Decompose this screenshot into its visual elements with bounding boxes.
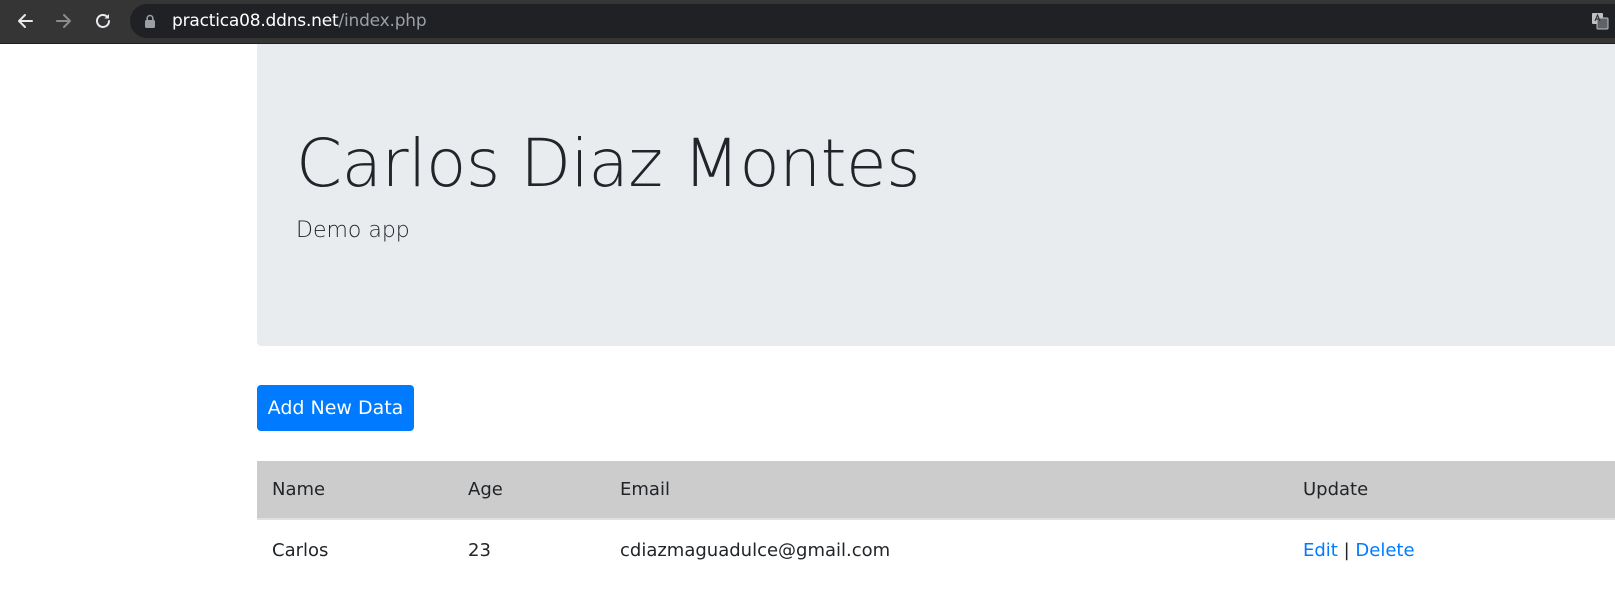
translate-icon[interactable] [1591,12,1609,30]
url-path: /index.php [338,11,427,31]
address-bar[interactable]: practica08.ddns.net/index.php [130,4,1615,38]
forward-arrow-icon[interactable] [50,7,78,35]
browser-toolbar: practica08.ddns.net/index.php [0,0,1615,44]
cell-update: Edit | Delete [1288,519,1615,580]
reload-icon[interactable] [89,7,117,35]
cell-age: 23 [468,539,491,561]
table-header: Name Age Email Update [257,461,1615,520]
column-header-email: Email [605,461,1288,520]
jumbotron: Carlos Diaz Montes Demo app [257,44,1615,346]
data-table: Name Age Email Update Carlos 23 cdiazmag… [257,461,1615,580]
add-new-data-button[interactable]: Add New Data [257,385,414,431]
column-header-name: Name [257,461,453,520]
lock-icon[interactable] [144,14,156,33]
cell-email: cdiazmaguadulce@gmail.com [620,539,891,561]
page-subtitle: Demo app [296,218,410,243]
back-arrow-icon[interactable] [11,7,39,35]
page-title: Carlos Diaz Montes [296,125,921,202]
delete-link[interactable]: Delete [1355,540,1414,561]
link-separator: | [1343,539,1350,561]
cell-name: Carlos [272,539,329,561]
edit-link[interactable]: Edit [1303,540,1338,561]
url-text: practica08.ddns.net/index.php [172,11,427,31]
table-row: Carlos 23 cdiazmaguadulce@gmail.com Edit… [257,519,1615,580]
table-body: Carlos 23 cdiazmaguadulce@gmail.com Edit… [257,519,1615,580]
column-header-update: Update [1288,461,1615,520]
table-header-row: Name Age Email Update [257,461,1615,520]
column-header-age: Age [453,461,605,520]
url-host: practica08.ddns.net [172,11,339,31]
